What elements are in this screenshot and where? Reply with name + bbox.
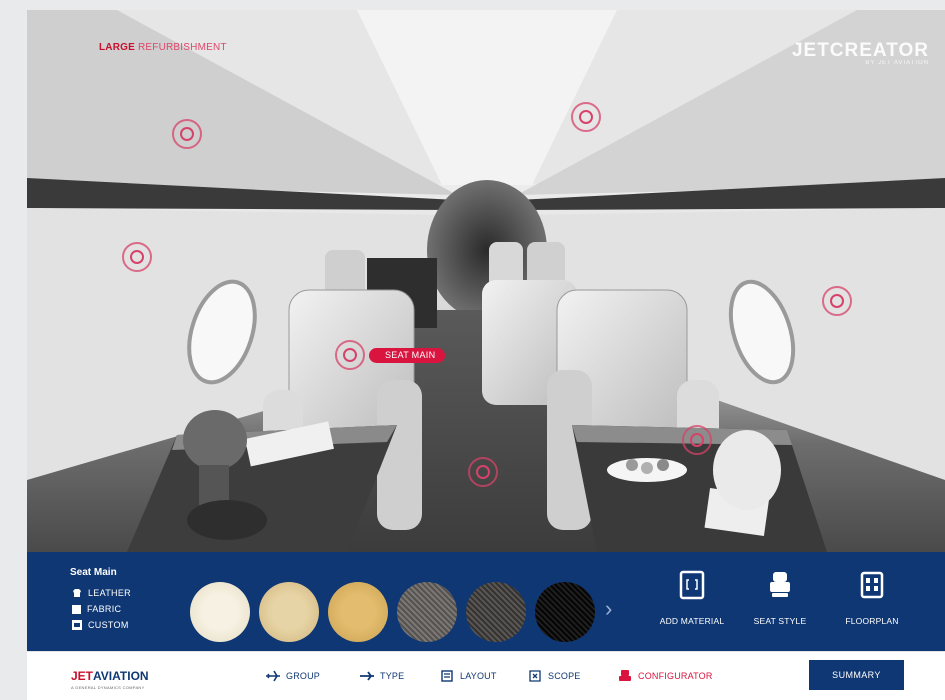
- option-leather-label: LEATHER: [88, 588, 131, 598]
- scope-icon: [529, 670, 541, 682]
- option-custom-label: CUSTOM: [88, 620, 129, 630]
- logo-part-jet: JET: [71, 669, 94, 683]
- leather-icon: [73, 589, 81, 597]
- jetcreator-logo: JETCREATOR BY JET AVIATION: [792, 40, 929, 66]
- nav-type[interactable]: TYPE: [359, 670, 404, 682]
- hotspot-label-seat-main[interactable]: SEAT MAIN: [369, 348, 446, 363]
- swatch-dark-grey-mesh[interactable]: [466, 582, 526, 642]
- option-custom[interactable]: CUSTOM: [72, 620, 129, 630]
- logo-part-aviation: AVIATION: [93, 669, 149, 683]
- nav-group[interactable]: GROUP: [265, 670, 320, 682]
- layout-icon: [441, 670, 453, 682]
- swatches-next-button[interactable]: ›: [605, 596, 612, 622]
- hotspot-ceiling-right[interactable]: [571, 102, 601, 132]
- floorplan-icon: [860, 571, 884, 599]
- floorplan-button[interactable]: FLOORPLAN: [827, 570, 917, 626]
- option-fabric-label: FABRIC: [87, 604, 122, 614]
- swatch-beige-perforated[interactable]: [259, 582, 319, 642]
- nav-configurator[interactable]: CONFIGURATOR: [617, 670, 713, 682]
- nav-scope-label: SCOPE: [548, 671, 581, 681]
- hotspot-floor[interactable]: [468, 457, 498, 487]
- swatch-grey-mesh[interactable]: [397, 582, 457, 642]
- title-strong: LARGE: [99, 42, 135, 53]
- swatch-gold-perforated[interactable]: [328, 582, 388, 642]
- configurator-seat-icon: [619, 670, 631, 681]
- plane-icon: [266, 670, 280, 682]
- swatch-black-mesh[interactable]: [535, 582, 595, 642]
- summary-button[interactable]: SUMMARY: [809, 660, 904, 690]
- footer-nav: JETAVIATION A GENERAL DYNAMICS COMPANY G…: [27, 651, 945, 700]
- hotspot-table[interactable]: [682, 425, 712, 455]
- hotspot-seat-main[interactable]: [335, 340, 365, 370]
- nav-group-label: GROUP: [286, 671, 321, 681]
- hotspot-wall-right[interactable]: [822, 286, 852, 316]
- nav-type-label: TYPE: [380, 671, 405, 681]
- page-title: LARGE REFURBISHMENT: [99, 42, 227, 53]
- seat-icon: [770, 572, 790, 597]
- plane-icon: [360, 671, 374, 681]
- add-material-button[interactable]: ADD MATERIAL: [647, 570, 737, 626]
- nav-layout-label: LAYOUT: [460, 671, 497, 681]
- jet-aviation-logo: JETAVIATION A GENERAL DYNAMICS COMPANY: [71, 669, 149, 690]
- cabin-view[interactable]: LARGE REFURBISHMENT JETCREATOR BY JET AV…: [27, 10, 945, 552]
- fabric-icon: [72, 604, 81, 614]
- brand-name: JETCREATOR: [791, 40, 929, 61]
- floorplan-label: FLOORPLAN: [845, 616, 899, 626]
- add-material-label: ADD MATERIAL: [659, 616, 725, 626]
- custom-icon: [72, 620, 82, 630]
- add-material-icon: [679, 570, 705, 600]
- nav-configurator-label: CONFIGURATOR: [638, 671, 713, 681]
- hotspot-ceiling-left[interactable]: [172, 119, 202, 149]
- swatch-cream-perforated[interactable]: [190, 582, 250, 642]
- title-light: REFURBISHMENT: [137, 42, 227, 53]
- option-fabric[interactable]: FABRIC: [72, 604, 121, 614]
- nav-layout[interactable]: LAYOUT: [439, 670, 497, 682]
- logo-tagline: A GENERAL DYNAMICS COMPANY: [71, 685, 145, 690]
- material-config-bar: Seat Main LEATHER FABRIC CUSTOM › ADD MA…: [27, 552, 945, 651]
- hotspot-wall-left[interactable]: [122, 242, 152, 272]
- config-section-title: Seat Main: [70, 567, 117, 578]
- configurator-app: LARGE REFURBISHMENT JETCREATOR BY JET AV…: [27, 10, 945, 700]
- seat-style-label: SEAT STYLE: [753, 616, 807, 626]
- seat-style-button[interactable]: SEAT STYLE: [735, 570, 825, 626]
- brand-sub: BY JET AVIATION: [865, 60, 929, 66]
- option-leather[interactable]: LEATHER: [72, 588, 131, 598]
- nav-scope[interactable]: SCOPE: [527, 670, 581, 682]
